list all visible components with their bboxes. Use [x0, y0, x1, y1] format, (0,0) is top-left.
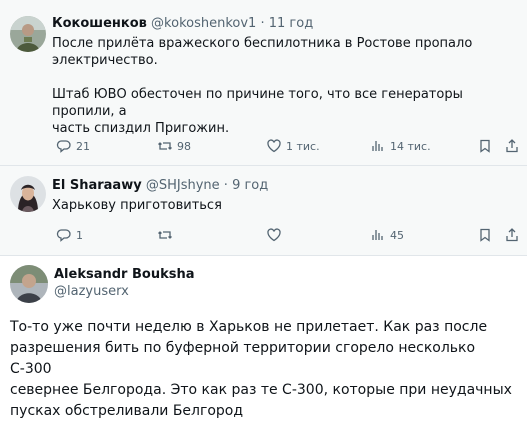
text-line: [52, 69, 522, 86]
views-button[interactable]: 14 тис.: [370, 138, 431, 154]
views-icon: [372, 141, 383, 151]
like-button[interactable]: 1 тис.: [266, 138, 320, 154]
like-count: 1 тис.: [286, 139, 320, 153]
author-handle[interactable]: @lazyuserx: [54, 284, 129, 300]
separator-dot: ·: [223, 178, 228, 193]
text-line: пусках обстреливали Белгород: [10, 403, 244, 419]
views-button[interactable]: 45: [370, 227, 404, 243]
retweet-icon: [158, 142, 172, 150]
tweet-header: Кокошенков @kokoshenkov1 · 11 год: [52, 16, 313, 32]
author-name[interactable]: Кокошенков: [52, 16, 147, 31]
text-line: часть спиздил Пригожин.: [52, 121, 230, 136]
views-icon: [372, 230, 383, 240]
retweet-icon: [158, 231, 172, 239]
text-line: Штаб ЮВО обесточен по причине того, что …: [52, 87, 463, 119]
views-count: 45: [390, 228, 404, 242]
like-icon: [267, 139, 281, 153]
retweet-button[interactable]: 98: [157, 138, 191, 154]
author-name[interactable]: Aleksandr Bouksha: [54, 267, 195, 283]
reply-count: 21: [76, 139, 90, 153]
reply-icon: [56, 140, 71, 153]
share-button[interactable]: [504, 227, 520, 243]
reply-icon: [56, 229, 71, 242]
retweet-button[interactable]: [157, 227, 173, 243]
author-handle[interactable]: @SHJshyne: [146, 178, 220, 193]
reply-button[interactable]: 1: [56, 227, 83, 243]
action-bar: 21 98 1 тис. 14 тис.: [52, 138, 522, 154]
text-line: севернее Белгорода. Это как раз те С-300…: [10, 382, 512, 398]
retweet-count: 98: [177, 139, 191, 153]
bookmark-button[interactable]: [477, 227, 493, 243]
share-icon: [506, 139, 518, 153]
tweet-header: El Sharaawy @SHJshyne · 9 год: [52, 178, 268, 194]
bookmark-icon: [480, 139, 490, 153]
separator-dot: ·: [260, 16, 265, 31]
tweet-aleksandr-bouksha[interactable]: Aleksandr Bouksha @lazyuserx То-то уже п…: [0, 256, 527, 419]
avatar[interactable]: [10, 16, 46, 52]
text-line: разрешения бить по буферной территории с…: [10, 340, 476, 377]
reply-button[interactable]: 21: [56, 138, 90, 154]
tweet-text: После прилёта вражеского беспилотника в …: [52, 35, 522, 137]
author-handle[interactable]: @kokoshenkov1: [151, 16, 256, 31]
like-button[interactable]: [266, 227, 282, 243]
timestamp[interactable]: 11 год: [269, 16, 313, 31]
action-bar: 1 45: [52, 227, 522, 243]
tweet-text: То-то уже почти неделю в Харьков не прил…: [10, 317, 518, 422]
timestamp[interactable]: 9 год: [232, 178, 268, 193]
tweet-kokoshenkov[interactable]: Кокошенков @kokoshenkov1 · 11 год После …: [0, 0, 527, 165]
text-line: То-то уже почти неделю в Харьков не прил…: [10, 319, 488, 335]
bookmark-button[interactable]: [477, 138, 493, 154]
avatar[interactable]: [10, 176, 46, 212]
reply-count: 1: [76, 228, 83, 242]
avatar[interactable]: [10, 265, 48, 303]
author-name[interactable]: El Sharaawy: [52, 178, 142, 193]
share-button[interactable]: [504, 138, 520, 154]
share-icon: [506, 228, 518, 242]
text-line: электричество.: [52, 53, 158, 68]
text-line: После прилёта вражеского беспилотника в …: [52, 36, 473, 51]
tweet-el-sharaawy[interactable]: El Sharaawy @SHJshyne · 9 год Харькову п…: [0, 166, 527, 255]
bookmark-icon: [480, 228, 490, 242]
views-count: 14 тис.: [390, 139, 431, 153]
tweet-text: Харькову приготовиться: [52, 198, 222, 213]
like-icon: [267, 228, 281, 242]
